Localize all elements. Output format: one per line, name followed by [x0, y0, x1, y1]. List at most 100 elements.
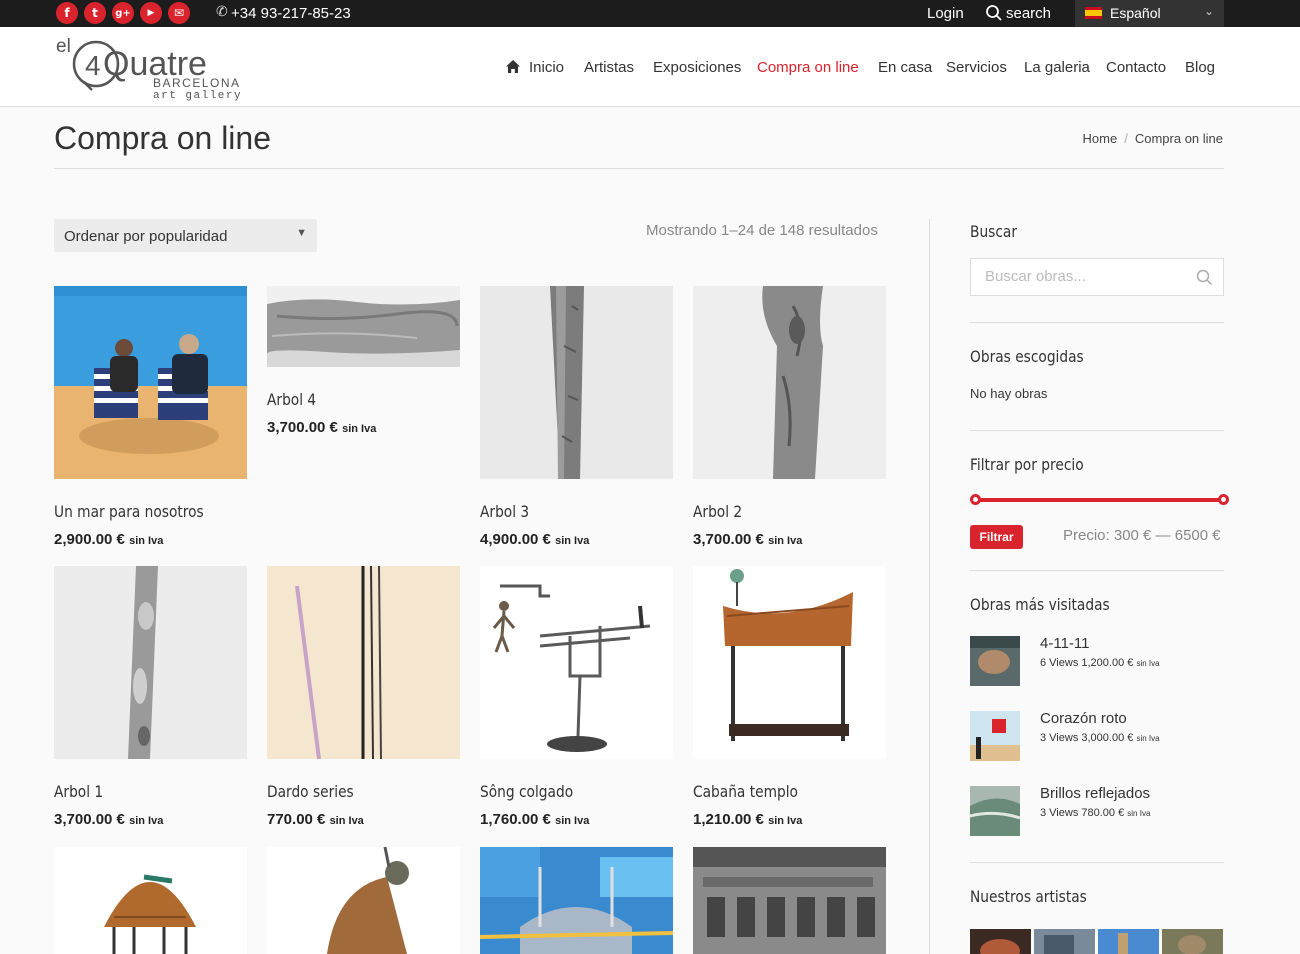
- product-price: 770.00 € sin Iva: [267, 811, 364, 828]
- chosen-works-title: Obras escogidas: [970, 347, 1084, 366]
- search-icon[interactable]: [985, 4, 1003, 22]
- email-icon[interactable]: ✉: [168, 2, 190, 24]
- price-slider-track[interactable]: [975, 498, 1224, 502]
- product-price: 3,700.00 € sin Iva: [267, 419, 377, 436]
- product-image[interactable]: [54, 286, 247, 479]
- most-visited-meta: 3 Views 780.00 € sin Iva: [1040, 807, 1151, 819]
- divider: [970, 322, 1224, 323]
- product-image[interactable]: [54, 566, 247, 759]
- nav-en-casa[interactable]: En casa: [878, 59, 932, 76]
- divider: [970, 430, 1224, 431]
- product-image[interactable]: [693, 847, 886, 954]
- top-bar: f t g+ ▶ ✉ ✆ +34 93-217-85-23 Login sear…: [0, 0, 1300, 27]
- nav-artistas[interactable]: Artistas: [584, 59, 634, 76]
- most-visited-meta: 3 Views 3,000.00 € sin Iva: [1040, 732, 1160, 744]
- product-name[interactable]: Arbol 2: [693, 502, 742, 521]
- product-image[interactable]: [480, 286, 673, 479]
- svg-text:art gallery: art gallery: [153, 90, 242, 101]
- language-selector[interactable]: Español ⌄: [1075, 0, 1224, 27]
- home-icon[interactable]: [505, 59, 521, 74]
- product-image[interactable]: [267, 286, 460, 367]
- divider: [54, 168, 1224, 169]
- divider: [970, 862, 1224, 863]
- price-slider-min-handle[interactable]: [970, 494, 981, 505]
- product-price: 4,900.00 € sin Iva: [480, 531, 590, 548]
- nav-la-galeria[interactable]: La galeria: [1024, 59, 1090, 76]
- site-header: el 4 Quatre BARCELONA art gallery Inicio…: [0, 27, 1300, 107]
- search-input[interactable]: [985, 268, 1185, 285]
- most-visited-thumb[interactable]: [970, 711, 1020, 761]
- artist-thumb[interactable]: [1034, 929, 1095, 954]
- artists-title: Nuestros artistas: [970, 887, 1087, 906]
- breadcrumb-separator: /: [1124, 131, 1128, 146]
- divider: [970, 570, 1224, 571]
- search-widget-title: Buscar: [970, 222, 1017, 241]
- youtube-icon[interactable]: ▶: [140, 2, 162, 24]
- most-visited-meta: 6 Views 1,200.00 € sin Iva: [1040, 657, 1160, 669]
- logo[interactable]: el 4 Quatre BARCELONA art gallery: [56, 35, 256, 101]
- spain-flag-icon: [1085, 7, 1102, 19]
- product-name[interactable]: Cabaña templo: [693, 782, 798, 801]
- nav-inicio[interactable]: Inicio: [529, 59, 564, 76]
- search-icon[interactable]: [1196, 269, 1213, 286]
- product-price: 2,900.00 € sin Iva: [54, 531, 164, 548]
- product-image[interactable]: [480, 566, 673, 759]
- breadcrumb-current: Compra on line: [1134, 131, 1223, 146]
- svg-text:el: el: [56, 36, 71, 57]
- search-link[interactable]: search: [1006, 5, 1051, 22]
- price-filter-title: Filtrar por precio: [970, 455, 1084, 474]
- google-plus-icon[interactable]: g+: [112, 2, 134, 24]
- svg-text:BARCELONA: BARCELONA: [153, 76, 241, 90]
- svg-text:4: 4: [85, 50, 101, 81]
- nav-servicios[interactable]: Servicios: [946, 59, 1007, 76]
- artist-thumb[interactable]: [970, 929, 1031, 954]
- login-link[interactable]: Login: [927, 5, 964, 22]
- product-name[interactable]: Sông colgado: [480, 782, 573, 801]
- breadcrumb-home[interactable]: Home: [1083, 131, 1118, 146]
- page-title: Compra on line: [54, 120, 271, 156]
- breadcrumb: Home / Compra on line: [1083, 131, 1223, 146]
- sort-select[interactable]: Ordenar por popularidad ▼: [54, 219, 317, 252]
- twitter-icon[interactable]: t: [84, 2, 106, 24]
- sort-label: Ordenar por popularidad: [64, 228, 228, 245]
- price-range-label: Precio: 300 € — 6500 €: [1063, 527, 1221, 544]
- nav-blog[interactable]: Blog: [1185, 59, 1215, 76]
- price-slider-max-handle[interactable]: [1218, 494, 1229, 505]
- artist-thumb[interactable]: [1162, 929, 1223, 954]
- product-price: 1,760.00 € sin Iva: [480, 811, 590, 828]
- nav-compra-on-line[interactable]: Compra on line: [757, 59, 859, 76]
- product-name[interactable]: Un mar para nosotros: [54, 502, 204, 521]
- product-price: 3,700.00 € sin Iva: [54, 811, 164, 828]
- nav-exposiciones[interactable]: Exposiciones: [653, 59, 741, 76]
- product-name[interactable]: Dardo series: [267, 782, 354, 801]
- language-label: Español: [1110, 5, 1161, 21]
- product-image[interactable]: [267, 847, 460, 954]
- most-visited-name[interactable]: Corazón roto: [1040, 710, 1127, 727]
- chevron-down-icon: ▼: [296, 227, 307, 239]
- phone-number[interactable]: +34 93-217-85-23: [231, 5, 351, 22]
- product-image[interactable]: [480, 847, 673, 954]
- nav-contacto[interactable]: Contacto: [1106, 59, 1166, 76]
- artist-thumb[interactable]: [1098, 929, 1159, 954]
- chosen-works-empty: No hay obras: [970, 386, 1048, 401]
- phone-icon: ✆: [216, 4, 228, 20]
- search-field[interactable]: [970, 258, 1224, 296]
- product-name[interactable]: Arbol 3: [480, 502, 529, 521]
- result-count: Mostrando 1–24 de 148 resultados: [646, 222, 878, 239]
- product-price: 3,700.00 € sin Iva: [693, 531, 803, 548]
- most-visited-thumb[interactable]: [970, 786, 1020, 836]
- product-name[interactable]: Arbol 1: [54, 782, 103, 801]
- product-image[interactable]: [693, 286, 886, 479]
- most-visited-name[interactable]: 4-11-11: [1040, 635, 1089, 652]
- product-image[interactable]: [54, 847, 247, 954]
- chevron-down-icon: ⌄: [1203, 4, 1214, 18]
- filter-button[interactable]: Filtrar: [970, 525, 1023, 549]
- facebook-icon[interactable]: f: [56, 2, 78, 24]
- product-name[interactable]: Arbol 4: [267, 390, 316, 409]
- product-image[interactable]: [267, 566, 460, 759]
- most-visited-thumb[interactable]: [970, 636, 1020, 686]
- sidebar-divider: [929, 219, 930, 954]
- most-visited-title: Obras más visitadas: [970, 595, 1110, 614]
- product-image[interactable]: [693, 566, 886, 759]
- most-visited-name[interactable]: Brillos reflejados: [1040, 785, 1150, 802]
